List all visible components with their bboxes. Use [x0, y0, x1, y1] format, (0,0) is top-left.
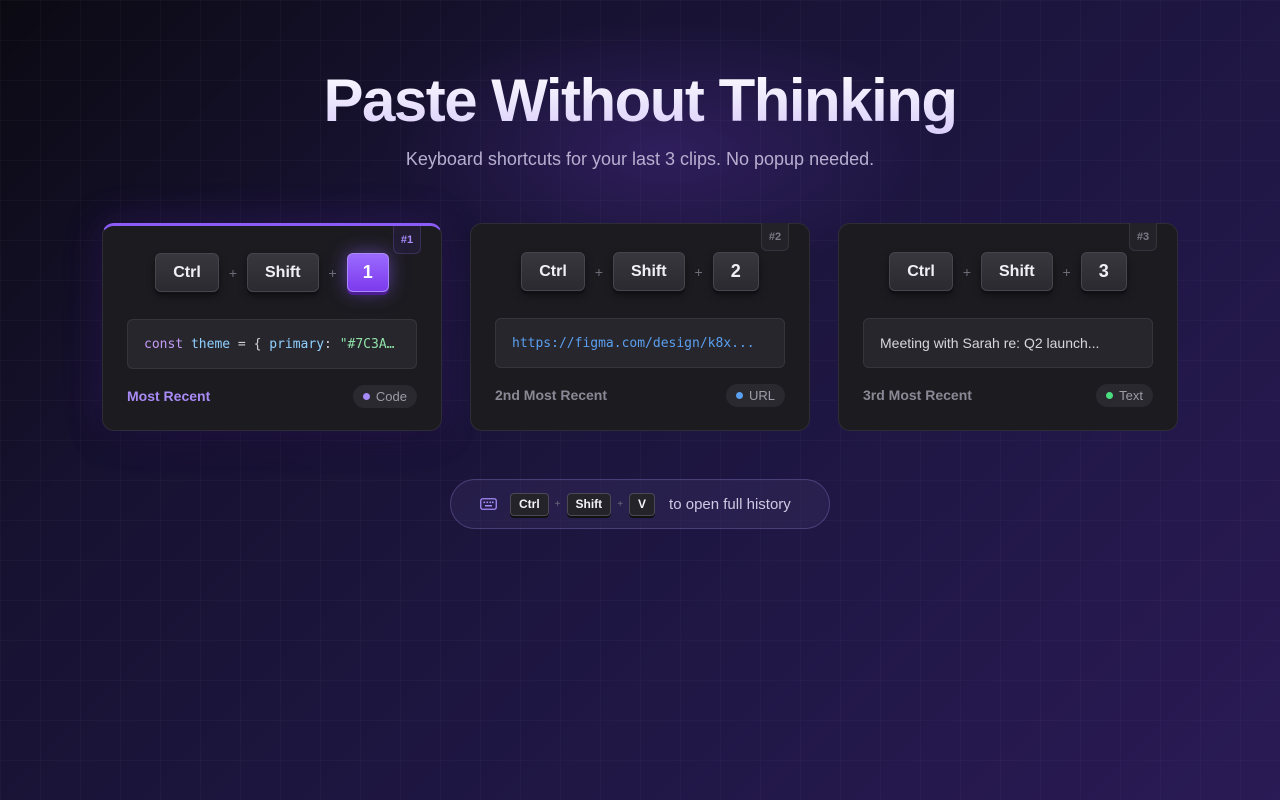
key-ctrl: Ctrl — [889, 252, 953, 291]
clip-rank-2: 2nd Most Recent — [495, 387, 608, 403]
plus-sign: + — [962, 263, 971, 280]
plus-sign: + — [594, 263, 603, 280]
key-shift: Shift — [566, 492, 612, 516]
code-token-punct: = { — [230, 336, 270, 352]
clip-card-2[interactable]: #2 Ctrl + Shift + 2 https://figma.com/de… — [470, 223, 810, 431]
key-shift: Shift — [981, 252, 1053, 291]
clip-footer-2: 2nd Most Recent URL — [495, 383, 785, 407]
clip-rank-1: Most Recent — [127, 388, 211, 404]
clip-footer-3: 3rd Most Recent Text — [863, 383, 1153, 407]
shortcut-keys-3: Ctrl + Shift + 3 — [839, 252, 1177, 291]
plus-sign: + — [228, 264, 237, 281]
key-shift: Shift — [247, 253, 319, 292]
history-hint-text: to open full history — [669, 495, 791, 513]
clip-card-3[interactable]: #3 Ctrl + Shift + 3 Meeting with Sarah r… — [838, 223, 1178, 431]
keyboard-icon — [480, 498, 497, 510]
type-badge-code: Code — [352, 384, 417, 408]
code-token-string: "#7C3A… — [339, 336, 395, 352]
plus-sign: + — [617, 498, 624, 510]
key-ctrl: Ctrl — [510, 492, 549, 516]
clip-footer-1: Most Recent Code — [127, 384, 417, 408]
clip-preview-3: Meeting with Sarah re: Q2 launch... — [863, 318, 1153, 368]
type-label: Text — [1119, 387, 1143, 403]
type-badge-url: URL — [725, 383, 785, 407]
key-2: 2 — [712, 252, 759, 291]
type-badge-text: Text — [1096, 383, 1153, 407]
dot-icon — [735, 391, 743, 399]
code-token-property: primary — [269, 336, 325, 352]
plus-sign: + — [694, 263, 703, 280]
clip-preview-1: const theme = { primary: "#7C3A… — [127, 319, 417, 369]
page-subtitle: Keyboard shortcuts for your last 3 clips… — [405, 149, 875, 169]
plus-sign: + — [328, 264, 337, 281]
dot-icon — [1106, 391, 1114, 399]
clip-rank-3: 3rd Most Recent — [863, 387, 972, 403]
key-shift: Shift — [613, 252, 685, 291]
clip-badge-1: #1 — [393, 226, 421, 254]
code-token-identifier: theme — [190, 336, 231, 352]
history-shortcut-hint[interactable]: Ctrl + Shift + V to open full history — [450, 479, 830, 529]
clip-badge-3: #3 — [1129, 223, 1157, 251]
key-ctrl: Ctrl — [155, 253, 219, 292]
clip-badge-2: #2 — [761, 223, 789, 251]
type-label: Code — [375, 388, 407, 404]
type-label: URL — [748, 387, 775, 403]
code-token-colon: : — [324, 336, 340, 352]
key-ctrl: Ctrl — [521, 252, 585, 291]
clip-preview-2: https://figma.com/design/k8x... — [495, 318, 785, 368]
shortcut-keys-1: Ctrl + Shift + 1 — [103, 253, 441, 292]
clip-card-1[interactable]: #1 Ctrl + Shift + 1 const theme = { prim… — [102, 223, 442, 431]
key-3: 3 — [1080, 252, 1127, 291]
code-token-keyword: const — [144, 336, 184, 352]
key-v: V — [629, 492, 656, 516]
key-1: 1 — [346, 253, 389, 292]
dot-icon — [362, 392, 370, 400]
shortcut-keys-2: Ctrl + Shift + 2 — [471, 252, 809, 291]
page-title: Paste Without Thinking — [0, 66, 1280, 135]
plus-sign: + — [554, 498, 561, 510]
plus-sign: + — [1062, 263, 1071, 280]
